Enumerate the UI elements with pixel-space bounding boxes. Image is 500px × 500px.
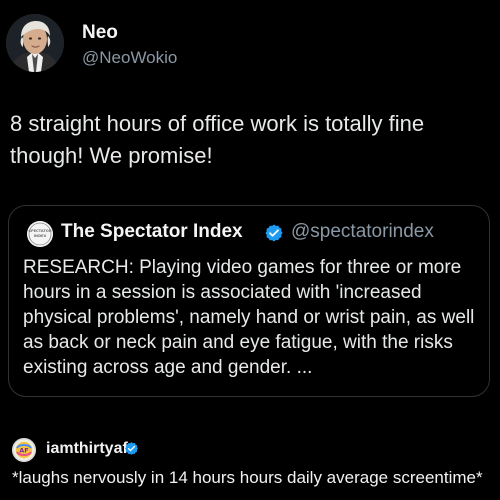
caption-text: *laughs nervously in 14 hours hours dail… [12,468,483,487]
author-name[interactable]: Neo [82,22,118,44]
quoted-author-name[interactable]: The Spectator Index [61,221,243,243]
quoted-tweet-text: RESEARCH: Playing video games for three … [23,257,475,378]
post-text: 8 straight hours of office work is total… [10,111,425,168]
caption-username[interactable]: iamthirtyaf [46,440,128,458]
svg-text:INDEX: INDEX [34,234,47,238]
tweet-post: Neo @NeoWokio 8 straight hours of office… [0,0,500,430]
svg-text:SPECTATOR: SPECTATOR [28,229,51,233]
profile-avatar[interactable] [6,14,64,72]
quoted-tweet-card[interactable]: SPECTATOR INDEX The Spectator Index @spe… [8,205,490,397]
svg-text:AF: AF [19,447,28,455]
spectator-index-logo-icon[interactable]: SPECTATOR INDEX [27,221,53,247]
verified-badge-icon [265,224,283,242]
author-handle[interactable]: @NeoWokio [82,48,177,68]
verified-badge-icon [125,442,138,455]
caption-section: AF iamthirtyaf *laughs nervously in 14 h… [0,432,500,500]
quoted-author-handle[interactable]: @spectatorindex [291,221,434,243]
iamthirtyaf-avatar-icon[interactable]: AF [12,438,36,462]
